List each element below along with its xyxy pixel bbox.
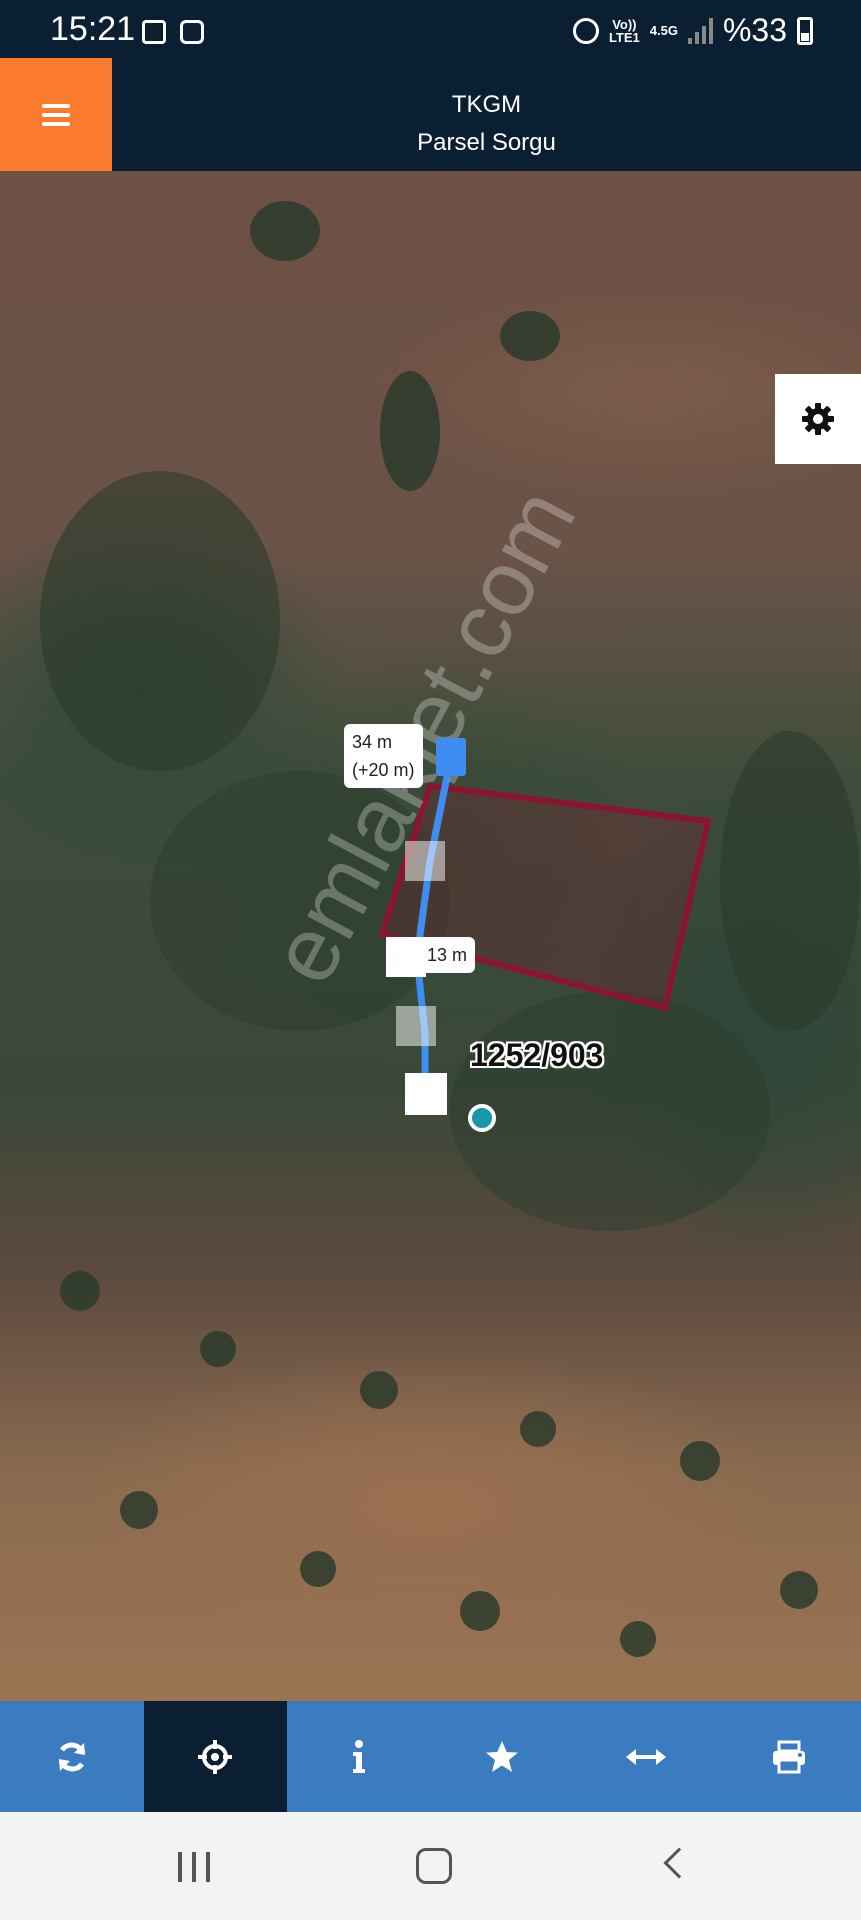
alarm-icon <box>572 17 599 44</box>
bottom-toolbar <box>0 1701 861 1812</box>
status-indicators: Vo)) LTE1 4.5G %33 <box>572 12 813 49</box>
measure-total-label: 34 m (+20 m) <box>344 724 423 788</box>
system-nav-bar <box>0 1812 861 1920</box>
app-header: TKGM Parsel Sorgu <box>0 58 861 171</box>
refresh-icon <box>58 1742 86 1771</box>
measure-midpoint-handle[interactable] <box>396 1006 436 1046</box>
battery-icon <box>797 16 813 45</box>
crosshair-icon <box>198 1739 233 1774</box>
measure-vertex-start[interactable] <box>436 738 466 776</box>
menu-button[interactable] <box>0 58 112 171</box>
measure-segment-label: 13 m <box>419 937 476 973</box>
recent-apps-icon[interactable] <box>178 1852 210 1882</box>
gear-icon <box>802 403 834 435</box>
measure-vertex-end[interactable] <box>405 1073 447 1115</box>
measure-extra: (+20 m) <box>352 760 415 780</box>
measure-button[interactable] <box>574 1701 718 1812</box>
app-subtitle: Parsel Sorgu <box>417 129 556 156</box>
status-time: 15:21 <box>50 10 136 48</box>
signal-icon <box>687 17 713 44</box>
printer-icon <box>773 1740 806 1773</box>
info-button[interactable] <box>287 1701 431 1812</box>
network-volte: Vo)) LTE1 <box>609 18 640 44</box>
refresh-button[interactable] <box>0 1701 144 1812</box>
map-overlay <box>378 756 712 1132</box>
settings-button[interactable] <box>775 374 861 464</box>
star-icon <box>486 1740 519 1772</box>
network-lte-label: LTE1 <box>608 29 640 45</box>
measure-arrows-icon <box>625 1748 666 1765</box>
favorites-button[interactable] <box>431 1701 575 1812</box>
measure-midpoint-handle[interactable] <box>405 841 445 881</box>
print-button[interactable] <box>718 1701 861 1812</box>
info-icon <box>352 1739 365 1773</box>
header-title-block: TKGM Parsel Sorgu <box>112 86 861 162</box>
status-bar: 15:21 Vo)) LTE1 4.5G %33 <box>0 0 861 58</box>
network-type: 4.5G <box>649 23 678 38</box>
battery-percent: %33 <box>722 12 787 48</box>
hamburger-menu-icon <box>42 103 70 126</box>
measure-total: 34 m <box>352 732 393 752</box>
parcel-label: 1252/903 <box>470 1037 604 1073</box>
notification-app-icon <box>180 20 204 44</box>
back-icon[interactable] <box>663 1847 695 1879</box>
satellite-map[interactable]: emlakjet.com 34 m (+20 m) 13 m 1252/903 <box>0 171 861 1701</box>
home-icon[interactable] <box>416 1848 452 1884</box>
network-volte-label: Vo)) <box>612 16 637 32</box>
app-title: TKGM <box>451 91 522 118</box>
location-dot <box>468 1104 496 1132</box>
gallery-icon <box>142 20 166 44</box>
locate-button[interactable] <box>143 1701 287 1812</box>
measure-segment: 13 m <box>427 945 468 965</box>
